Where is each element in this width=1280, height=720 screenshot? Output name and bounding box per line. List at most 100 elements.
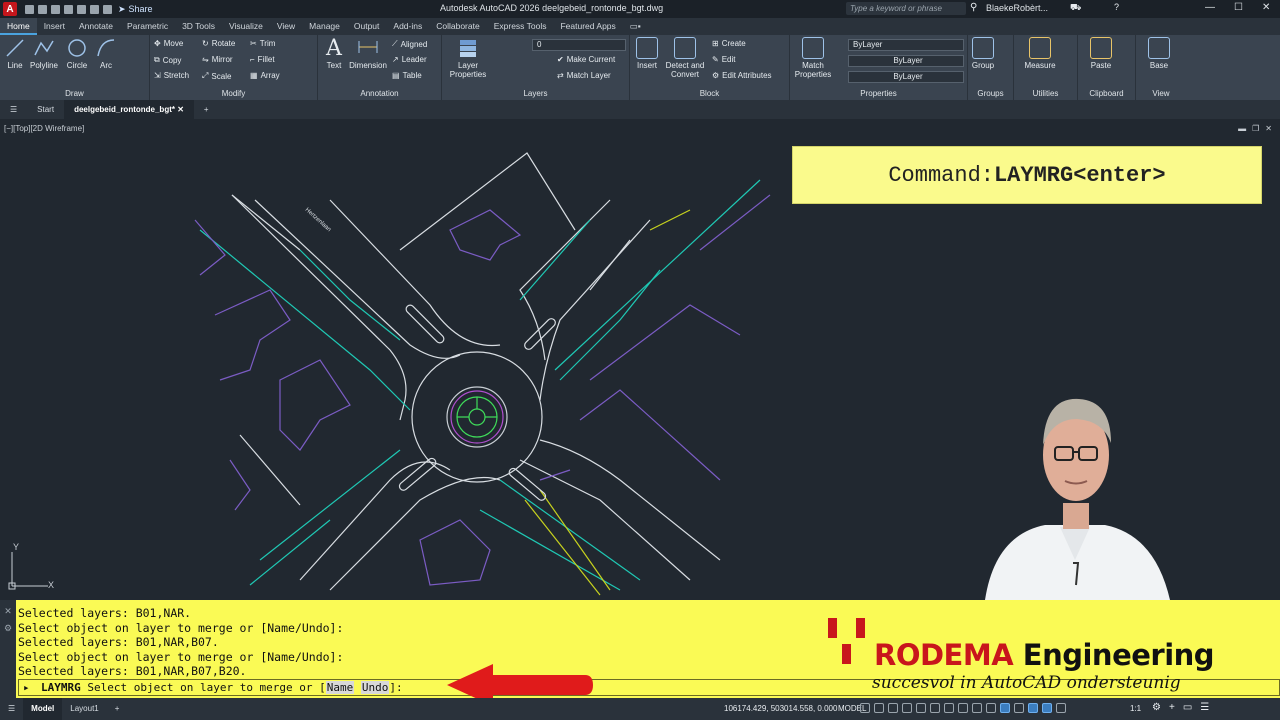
- group-button[interactable]: Group: [970, 37, 996, 70]
- match-properties-button[interactable]: Match Properties: [794, 37, 832, 79]
- dynamic-input-icon[interactable]: [902, 703, 912, 713]
- tab-visualize[interactable]: Visualize: [222, 18, 270, 35]
- ortho-icon[interactable]: [916, 703, 926, 713]
- tab-manage[interactable]: Manage: [302, 18, 347, 35]
- copy-tool[interactable]: ⧉ Copy: [154, 55, 181, 65]
- annotation-panel-title[interactable]: Annotation: [318, 89, 441, 98]
- tab-add-ins[interactable]: Add-ins: [386, 18, 429, 35]
- lineweight-dropdown[interactable]: ByLayer: [848, 71, 964, 83]
- infer-icon[interactable]: [888, 703, 898, 713]
- trim-tool[interactable]: ✂ Trim: [250, 39, 275, 48]
- dynamic-ucs-icon[interactable]: [1028, 703, 1038, 713]
- tab-featured-apps[interactable]: Featured Apps: [553, 18, 622, 35]
- object-snap-icon[interactable]: [972, 703, 982, 713]
- close-command-icon[interactable]: ✕: [0, 606, 16, 617]
- polyline-tool[interactable]: Polyline: [28, 37, 60, 70]
- aligned-tool[interactable]: ⟋ Aligned: [392, 39, 427, 49]
- layout1-tab[interactable]: Layout1: [62, 698, 106, 720]
- insert-button[interactable]: Insert: [634, 37, 660, 70]
- drawing-tab[interactable]: deelgebeid_rontonde_bgt* ✕: [64, 100, 194, 119]
- option-name[interactable]: Name: [325, 681, 355, 694]
- draw-panel-title[interactable]: Draw: [0, 89, 149, 98]
- redo-icon[interactable]: [103, 4, 112, 14]
- hamburger-menu-icon[interactable]: ☰: [0, 100, 27, 119]
- mirror-tool[interactable]: ⇋ Mirror: [202, 55, 233, 64]
- rotate-tool[interactable]: ↻ Rotate: [202, 39, 235, 48]
- search-input[interactable]: Type a keyword or phrase: [846, 2, 966, 15]
- tab-home[interactable]: Home: [0, 18, 37, 35]
- layout-menu-icon[interactable]: ☰: [0, 698, 23, 720]
- customization-icon[interactable]: ☰: [1200, 702, 1209, 713]
- dimension-tool[interactable]: Dimension: [348, 37, 388, 70]
- clipboard-panel-title[interactable]: Clipboard: [1078, 89, 1135, 98]
- app-menu-button[interactable]: A: [3, 2, 17, 16]
- workspace-gear-icon[interactable]: ⚙: [1152, 702, 1161, 713]
- modify-panel-title[interactable]: Modify: [150, 89, 317, 98]
- ribbon-overflow-icon[interactable]: ▭▪: [623, 18, 648, 35]
- search-icon[interactable]: ⚲: [970, 2, 977, 13]
- polar-icon[interactable]: [930, 703, 940, 713]
- model-tab[interactable]: Model: [23, 698, 63, 720]
- option-undo[interactable]: Undo: [360, 681, 390, 694]
- help-icon[interactable]: ?: [1114, 2, 1119, 12]
- text-tool[interactable]: A Text: [322, 37, 346, 71]
- move-tool[interactable]: ✥ Move: [154, 39, 183, 48]
- 3d-osnap-icon[interactable]: [1014, 703, 1024, 713]
- grid-icon[interactable]: [860, 703, 870, 713]
- viewport-controls-label[interactable]: [−][Top][2D Wireframe]: [4, 124, 84, 133]
- layer-dropdown[interactable]: 0: [532, 39, 626, 51]
- layers-panel-title[interactable]: Layers: [442, 89, 629, 98]
- annotation-visibility-icon[interactable]: [1042, 703, 1052, 713]
- tab-express-tools[interactable]: Express Tools: [487, 18, 554, 35]
- start-tab[interactable]: Start: [27, 100, 64, 119]
- close-tab-icon[interactable]: ✕: [177, 105, 184, 114]
- edit-attributes-button[interactable]: ⚙ Edit Attributes: [712, 71, 772, 80]
- tab-insert[interactable]: Insert: [37, 18, 72, 35]
- tab-3d-tools[interactable]: 3D Tools: [175, 18, 222, 35]
- measure-button[interactable]: Measure: [1020, 37, 1060, 70]
- linetype-dropdown[interactable]: ByLayer: [848, 55, 964, 67]
- save-icon[interactable]: [51, 4, 60, 14]
- undo-icon[interactable]: [90, 4, 99, 14]
- customize-icon[interactable]: ⚙: [0, 623, 16, 634]
- tab-collaborate[interactable]: Collaborate: [429, 18, 486, 35]
- tab-view[interactable]: View: [270, 18, 302, 35]
- edit-block-button[interactable]: ✎ Edit: [712, 55, 736, 64]
- tab-output[interactable]: Output: [347, 18, 387, 35]
- arc-tool[interactable]: Arc: [94, 37, 118, 70]
- stretch-tool[interactable]: ⇲ Stretch: [154, 71, 189, 80]
- circle-tool[interactable]: Circle: [64, 37, 90, 70]
- block-panel-title[interactable]: Block: [630, 89, 789, 98]
- color-dropdown[interactable]: ByLayer: [848, 39, 964, 51]
- array-tool[interactable]: ▦ Array: [250, 71, 280, 80]
- create-block-button[interactable]: ⊞ Create: [712, 39, 746, 48]
- units-icon[interactable]: ▭: [1183, 702, 1192, 713]
- maximize-button[interactable]: ☐: [1234, 2, 1243, 13]
- tab-annotate[interactable]: Annotate: [72, 18, 120, 35]
- base-button[interactable]: Base: [1144, 37, 1174, 70]
- groups-panel-title[interactable]: Groups: [968, 89, 1013, 98]
- table-tool[interactable]: ▤ Table: [392, 71, 422, 80]
- new-icon[interactable]: [25, 4, 34, 14]
- autoscale-icon[interactable]: [1056, 703, 1066, 713]
- viewport-restore-icon[interactable]: ❐: [1252, 124, 1259, 133]
- match-layer-button[interactable]: ⇄ Match Layer: [557, 71, 611, 80]
- utilities-panel-title[interactable]: Utilities: [1014, 89, 1077, 98]
- snap-icon[interactable]: [874, 703, 884, 713]
- viewport-close-icon[interactable]: ✕: [1265, 124, 1272, 133]
- line-tool[interactable]: Line: [4, 37, 26, 70]
- print-icon[interactable]: [77, 4, 86, 14]
- minimize-button[interactable]: —: [1205, 2, 1215, 13]
- scale-tool[interactable]: ⤢ Scale: [202, 71, 231, 81]
- paste-button[interactable]: Paste: [1084, 37, 1118, 70]
- viewport-minimize-icon[interactable]: ▬: [1238, 124, 1246, 133]
- tab-parametric[interactable]: Parametric: [120, 18, 175, 35]
- properties-panel-title[interactable]: Properties: [790, 89, 967, 98]
- user-account[interactable]: BlaekeRobèrt...: [986, 3, 1048, 13]
- object-tracking-icon[interactable]: [958, 703, 968, 713]
- open-icon[interactable]: [38, 4, 47, 14]
- annotation-monitor-icon[interactable]: +: [1169, 702, 1175, 713]
- isodraft-icon[interactable]: [944, 703, 954, 713]
- make-current-button[interactable]: ✔ Make Current: [557, 55, 615, 64]
- share-button[interactable]: ➤ Share: [118, 4, 153, 15]
